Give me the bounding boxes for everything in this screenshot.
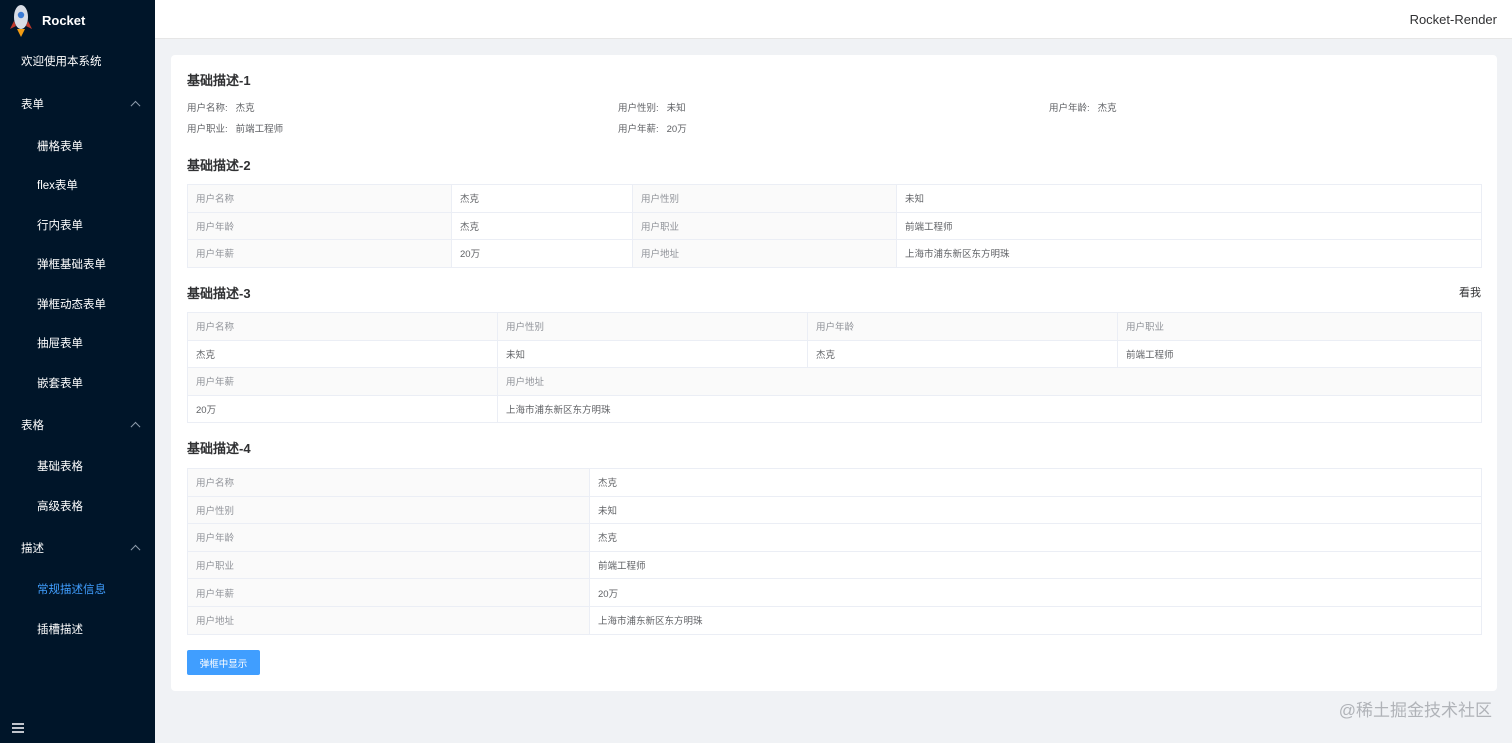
- desc-item: 用户年龄: 杰克: [1049, 103, 1117, 114]
- menu-item-dialog-basic-form[interactable]: 弹框基础表单: [0, 245, 155, 285]
- table-row: 用户年薪 20万 用户地址 上海市浦东新区东方明珠: [187, 239, 1482, 268]
- table-cell-value: 前端工程师: [1117, 339, 1482, 369]
- table-row: 20万 上海市浦东新区东方明珠: [187, 394, 1482, 424]
- menu-item-advanced-table[interactable]: 高级表格: [0, 486, 155, 526]
- table-cell-label: 用户年薪: [187, 239, 452, 268]
- desc-item: 用户性别: 未知: [618, 103, 686, 114]
- table-row: 用户年薪 20万: [187, 578, 1482, 607]
- table-cell-label: 用户职业: [632, 211, 897, 241]
- menu-item-welcome[interactable]: 欢迎使用本系统: [0, 40, 155, 82]
- section-title-4: 基础描述-4: [187, 441, 251, 456]
- menu-item-regular-desc[interactable]: 常规描述信息: [0, 570, 155, 610]
- table-cell-value: 上海市浦东新区东方明珠: [896, 239, 1482, 268]
- show-in-dialog-button[interactable]: 弹框中显示: [187, 650, 260, 675]
- table-cell-value: 上海市浦东新区东方明珠: [589, 605, 1482, 635]
- content-card: 基础描述-1 用户名称: 杰克 用户性别: 未知 用户年龄: 杰克 用户职业: 前端工程…: [171, 55, 1497, 691]
- table-cell-label: 用户地址: [497, 367, 1482, 396]
- table-row: 用户年龄 杰克: [187, 523, 1482, 552]
- table-cell-label: 用户年龄: [187, 211, 452, 241]
- sidebar: Rocket 欢迎使用本系统 表单 栅格表单 flex表单 行内表单 弹框基础表…: [0, 0, 155, 743]
- table-cell-value: 未知: [589, 495, 1482, 525]
- table-cell-label: 用户年薪: [187, 367, 498, 396]
- table-cell-value: 前端工程师: [589, 550, 1482, 580]
- table-cell-label: 用户性别: [187, 495, 590, 525]
- table-cell-label: 用户名称: [187, 312, 498, 341]
- table-cell-value: 未知: [896, 184, 1482, 213]
- watermark: @稀土掘金技术社区: [1338, 701, 1492, 720]
- table-cell-value: 上海市浦东新区东方明珠: [497, 394, 1482, 424]
- table-row: 用户年龄 杰克 用户职业 前端工程师: [187, 211, 1482, 241]
- table-cell-value: 杰克: [451, 211, 633, 241]
- table-cell-label: 用户性别: [632, 184, 897, 213]
- desc-item: 用户年薪: 20万: [618, 124, 687, 135]
- table-cell-label: 用户地址: [632, 239, 897, 268]
- table-cell-value: 杰克: [589, 468, 1482, 497]
- table-cell-value: 20万: [451, 239, 633, 268]
- table-row: 用户年薪 用户地址: [187, 367, 1482, 396]
- table-row: 用户职业 前端工程师: [187, 550, 1482, 580]
- table-cell-label: 用户性别: [497, 312, 808, 341]
- menu-item-dialog-dynamic-form[interactable]: 弹框动态表单: [0, 284, 155, 324]
- table-cell-value: 20万: [589, 578, 1482, 607]
- table-cell-label: 用户年龄: [187, 523, 590, 552]
- menu-collapse-icon[interactable]: [12, 723, 24, 733]
- section-title-2: 基础描述-2: [187, 158, 251, 173]
- chevron-up-icon: [130, 544, 141, 555]
- menu-item-grid-form[interactable]: 栅格表单: [0, 126, 155, 166]
- section-title-3: 基础描述-3: [187, 286, 251, 301]
- table-cell-value: 杰克: [187, 339, 498, 369]
- table-cell-label: 用户职业: [1117, 312, 1482, 341]
- menu-item-nested-form[interactable]: 嵌套表单: [0, 363, 155, 403]
- app-name: Rocket: [42, 12, 86, 28]
- table-cell-value: 未知: [497, 339, 808, 369]
- table-row: 杰克 未知 杰克 前端工程师: [187, 339, 1482, 369]
- side-menu: 欢迎使用本系统 表单 栅格表单 flex表单 行内表单 弹框基础表单 弹框动态表…: [0, 40, 155, 649]
- table-cell-label: 用户名称: [187, 184, 452, 213]
- table-row: 用户名称 杰克 用户性别 未知: [187, 184, 1482, 213]
- extra-link[interactable]: 看我: [1459, 284, 1481, 300]
- table-cell-value: 杰克: [807, 339, 1118, 369]
- desc4-table: 用户名称 杰克 用户性别 未知 用户年龄 杰克 用户职业 前端工程师 用户年薪 …: [187, 468, 1482, 635]
- desc-item: 用户职业: 前端工程师: [187, 124, 284, 135]
- table-row: 用户名称 杰克: [187, 468, 1482, 497]
- desc1-row-1: 用户名称: 杰克 用户性别: 未知 用户年龄: 杰克: [187, 100, 1481, 114]
- desc3-table: 用户名称 用户性别 用户年龄 用户职业 杰克 未知 杰克 前端工程师 用户年薪 …: [187, 312, 1482, 424]
- desc2-table: 用户名称 杰克 用户性别 未知 用户年龄 杰克 用户职业 前端工程师 用户年薪 …: [187, 184, 1482, 268]
- menu-item-basic-table[interactable]: 基础表格: [0, 447, 155, 487]
- chevron-up-icon: [130, 421, 141, 432]
- table-row: 用户性别 未知: [187, 495, 1482, 525]
- menu-item-slot-desc[interactable]: 插槽描述: [0, 609, 155, 649]
- header-brand[interactable]: Rocket-Render: [1410, 12, 1497, 27]
- table-cell-label: 用户年龄: [807, 312, 1118, 341]
- chevron-up-icon: [130, 100, 141, 111]
- menu-item-inline-form[interactable]: 行内表单: [0, 205, 155, 245]
- desc-item: 用户名称: 杰克: [187, 103, 255, 114]
- top-header: Rocket-Render: [155, 0, 1512, 39]
- menu-item-drawer-form[interactable]: 抽屉表单: [0, 324, 155, 364]
- table-cell-value: 杰克: [451, 184, 633, 213]
- logo[interactable]: Rocket: [0, 0, 155, 40]
- desc1-row-2: 用户职业: 前端工程师 用户年薪: 20万: [187, 121, 1481, 135]
- table-row: 用户名称 用户性别 用户年龄 用户职业: [187, 312, 1482, 341]
- menu-item-flex-form[interactable]: flex表单: [0, 166, 155, 206]
- menu-group-desc[interactable]: 描述: [0, 526, 155, 570]
- table-cell-value: 20万: [187, 394, 498, 424]
- menu-group-table[interactable]: 表格: [0, 403, 155, 447]
- table-cell-label: 用户职业: [187, 550, 590, 580]
- table-cell-value: 前端工程师: [896, 211, 1482, 241]
- section-title-1: 基础描述-1: [187, 73, 251, 88]
- rocket-logo-icon: [10, 5, 32, 37]
- table-cell-label: 用户年薪: [187, 578, 590, 607]
- table-cell-label: 用户地址: [187, 605, 590, 635]
- menu-group-form[interactable]: 表单: [0, 82, 155, 126]
- table-cell-value: 杰克: [589, 523, 1482, 552]
- table-cell-label: 用户名称: [187, 468, 590, 497]
- table-row: 用户地址 上海市浦东新区东方明珠: [187, 605, 1482, 635]
